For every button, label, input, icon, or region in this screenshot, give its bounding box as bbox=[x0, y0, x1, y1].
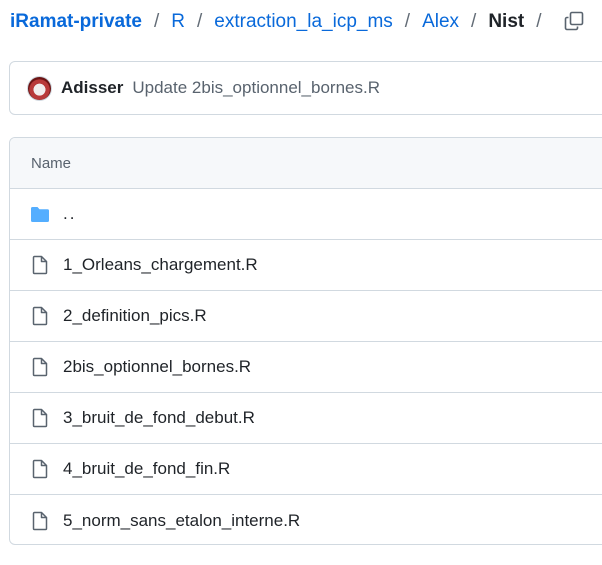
commit-author-link[interactable]: Adisser bbox=[61, 78, 123, 98]
copy-path-button[interactable] bbox=[562, 9, 586, 33]
file-icon bbox=[30, 306, 50, 326]
avatar[interactable] bbox=[27, 75, 52, 101]
file-row[interactable]: 2bis_optionnel_bornes.R bbox=[10, 342, 602, 393]
file-table: Name .. 1_Orleans_chargement.R 2_definit… bbox=[9, 137, 602, 545]
copy-icon bbox=[564, 11, 584, 31]
file-name: 3_bruit_de_fond_debut.R bbox=[63, 408, 255, 427]
parent-directory-row[interactable]: .. bbox=[10, 189, 602, 240]
breadcrumb-repo-link[interactable]: iRamat-private bbox=[10, 11, 142, 33]
file-row[interactable]: 5_norm_sans_etalon_interne.R bbox=[10, 495, 602, 544]
breadcrumb-link-r[interactable]: R bbox=[171, 11, 185, 33]
file-row[interactable]: 1_Orleans_chargement.R bbox=[10, 240, 602, 291]
file-name: 5_norm_sans_etalon_interne.R bbox=[63, 510, 301, 530]
file-icon bbox=[30, 511, 50, 531]
breadcrumb-link-alex[interactable]: Alex bbox=[422, 11, 459, 33]
breadcrumb-separator: / bbox=[154, 11, 160, 32]
breadcrumb-link-extraction[interactable]: extraction_la_icp_ms bbox=[214, 11, 392, 33]
latest-commit-bar: Adisser Update 2bis_optionnel_bornes.R bbox=[9, 61, 602, 115]
file-icon bbox=[30, 255, 50, 275]
file-icon bbox=[30, 357, 50, 377]
file-name: 2_definition_pics.R bbox=[63, 306, 207, 325]
breadcrumb: iRamat-private / R / extraction_la_icp_m… bbox=[10, 8, 554, 36]
parent-directory-label: .. bbox=[63, 204, 77, 223]
file-name: 4_bruit_de_fond_fin.R bbox=[63, 459, 231, 478]
file-row[interactable]: 4_bruit_de_fond_fin.R bbox=[10, 444, 602, 495]
file-name: 2bis_optionnel_bornes.R bbox=[63, 357, 252, 376]
file-row[interactable]: 2_definition_pics.R bbox=[10, 291, 602, 342]
breadcrumb-separator: / bbox=[536, 11, 542, 32]
breadcrumb-separator: / bbox=[471, 11, 477, 32]
folder-icon bbox=[30, 204, 50, 224]
breadcrumb-separator: / bbox=[404, 11, 411, 32]
breadcrumb-current: Nist bbox=[488, 11, 525, 32]
file-icon bbox=[30, 408, 50, 428]
commit-message-link[interactable]: Update 2bis_optionnel_bornes.R bbox=[132, 78, 380, 98]
file-icon bbox=[30, 459, 50, 479]
file-row[interactable]: 3_bruit_de_fond_debut.R bbox=[10, 393, 602, 444]
breadcrumb-separator: / bbox=[197, 11, 203, 32]
column-header-name: Name bbox=[10, 138, 602, 189]
file-name: 1_Orleans_chargement.R bbox=[63, 255, 258, 274]
